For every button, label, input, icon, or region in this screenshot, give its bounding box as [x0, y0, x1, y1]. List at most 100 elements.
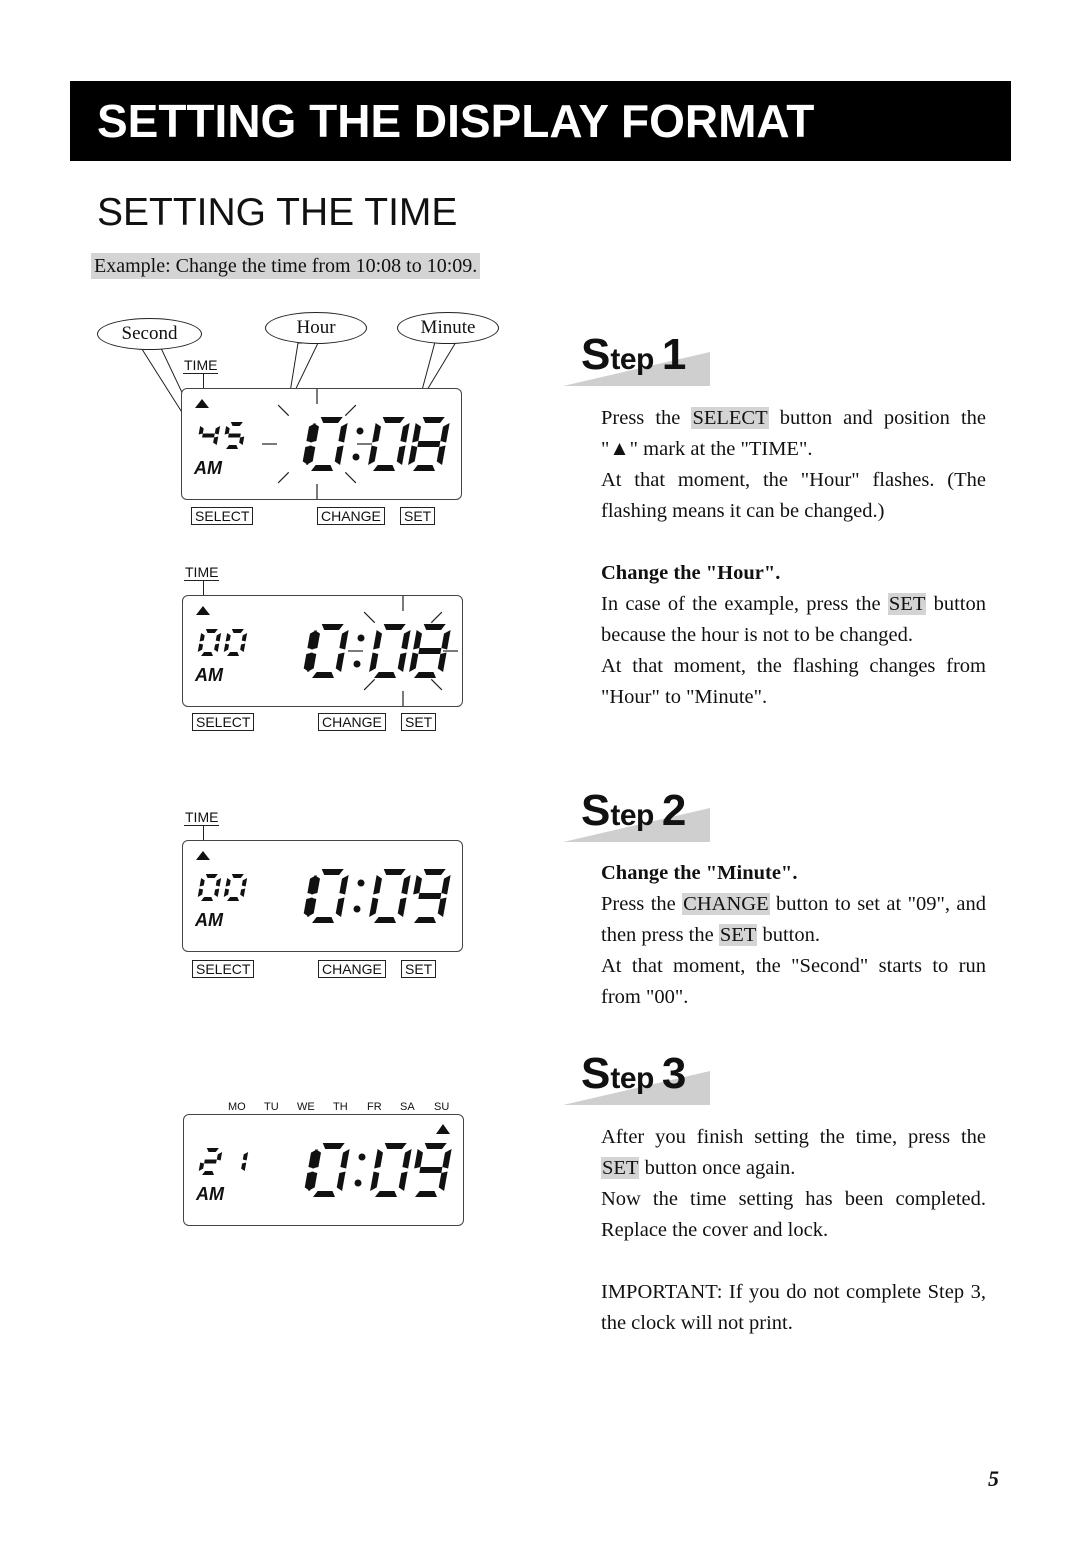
select-button[interactable]: SELECT [192, 713, 255, 731]
segment-g [417, 441, 441, 447]
segment-c [438, 1171, 448, 1191]
segment-f [224, 426, 230, 435]
flash-ray [430, 611, 443, 624]
change-button[interactable]: CHANGE [317, 507, 385, 525]
segment-c [334, 445, 344, 465]
segment-c [214, 888, 220, 897]
day-label: TH [333, 1101, 348, 1113]
segment-e [409, 652, 419, 672]
segment-a [382, 417, 405, 423]
segment-f [225, 878, 231, 887]
set-button[interactable]: SET [401, 713, 437, 731]
segment-b [442, 1149, 452, 1169]
segment-b [241, 878, 248, 887]
callout-minute: Minute [397, 312, 499, 344]
lcd-digits: AM [195, 1124, 452, 1204]
minute-digit [368, 417, 410, 471]
segment-d [375, 1191, 397, 1197]
segment-c [396, 445, 406, 465]
step-label: Step 1 [581, 330, 686, 390]
select-button[interactable]: SELECT [191, 507, 254, 525]
segment-f [413, 875, 422, 895]
minute-digit [408, 417, 450, 471]
ampm-indicator: AM [193, 458, 223, 478]
segment-d [414, 917, 436, 923]
segment-e [223, 643, 230, 652]
segment-a [205, 629, 218, 633]
segment-c [213, 436, 219, 445]
day-label: WE [297, 1101, 315, 1113]
important-note: IMPORTANT: If you do not complete Step 3… [601, 1281, 986, 1334]
set-button[interactable]: SET [401, 960, 437, 978]
segment-a [322, 1143, 345, 1149]
step-number: 1 [661, 330, 687, 379]
change-button[interactable]: CHANGE [318, 713, 386, 731]
section-title: SETTING THE TIME [97, 191, 458, 234]
segment-c [335, 652, 345, 672]
segment-g [228, 433, 241, 438]
set-button[interactable]: SET [400, 507, 436, 525]
segment-e [197, 643, 204, 652]
segment-a [423, 869, 446, 875]
change-button[interactable]: CHANGE [318, 960, 386, 978]
step-2-text: Change the "Minute". Press the CHANGE bu… [601, 858, 986, 1013]
segment-c [240, 643, 246, 652]
colon-dot [354, 1179, 362, 1187]
segment-d [201, 897, 213, 901]
segment-a [383, 624, 406, 630]
segment-a [321, 624, 344, 630]
select-button[interactable]: SELECT [192, 960, 255, 978]
segment-e [198, 1162, 205, 1171]
colon-dot [357, 634, 365, 642]
seconds-digit [197, 874, 222, 901]
segment-a [231, 629, 244, 633]
lcd-screen: AM [181, 388, 462, 500]
set-button-ref: SET [887, 593, 927, 615]
segment-g [418, 648, 442, 654]
segment-b [215, 633, 222, 642]
change-button-ref: CHANGE [682, 893, 770, 915]
segment-b [241, 633, 248, 642]
segment-a [383, 869, 406, 875]
segment-d [313, 1191, 335, 1197]
step-label: Step 2 [581, 786, 686, 846]
segment-b [338, 423, 348, 443]
segment-e [370, 1171, 380, 1191]
lcd-screen: AM [182, 595, 463, 707]
step-word-rest: tep [610, 343, 654, 376]
segment-c [214, 643, 220, 652]
lcd-digits: AM [194, 851, 451, 930]
segment-b [340, 1149, 350, 1169]
flash-ray [277, 404, 290, 417]
day-label: FR [367, 1101, 382, 1113]
segment-d [226, 445, 238, 449]
flash-ray [344, 471, 357, 484]
segment-c [397, 897, 407, 917]
step-2-body: Press the CHANGE button to set at "09", … [601, 889, 986, 951]
minute-digit [414, 1143, 452, 1197]
step-1-body: In case of the example, press the SET bu… [601, 589, 986, 651]
segment-e [369, 897, 379, 917]
colon-dot [353, 905, 361, 913]
step-1-heading: Step 1 [563, 330, 713, 390]
text: button once again. [639, 1157, 796, 1179]
time-label: TIME [184, 809, 220, 826]
step-word: S [581, 1049, 611, 1098]
time-label: TIME [184, 564, 220, 581]
segment-a [206, 1148, 219, 1152]
segment-a [231, 874, 244, 878]
hour-flash-icon [262, 389, 372, 499]
segment-d [413, 465, 435, 471]
flash-ray [363, 678, 376, 691]
day-label: SU [434, 1101, 450, 1113]
ampm-indicator: AM [194, 665, 224, 685]
segment-a [422, 417, 445, 423]
segment-b [216, 1152, 223, 1161]
step-2-subheading: Change the "Minute". [601, 862, 798, 884]
segment-b [401, 630, 411, 650]
segment-f [374, 1149, 383, 1169]
segment-g [202, 433, 215, 438]
segment-a [384, 1143, 407, 1149]
text: In case of the example, press the [601, 593, 888, 615]
